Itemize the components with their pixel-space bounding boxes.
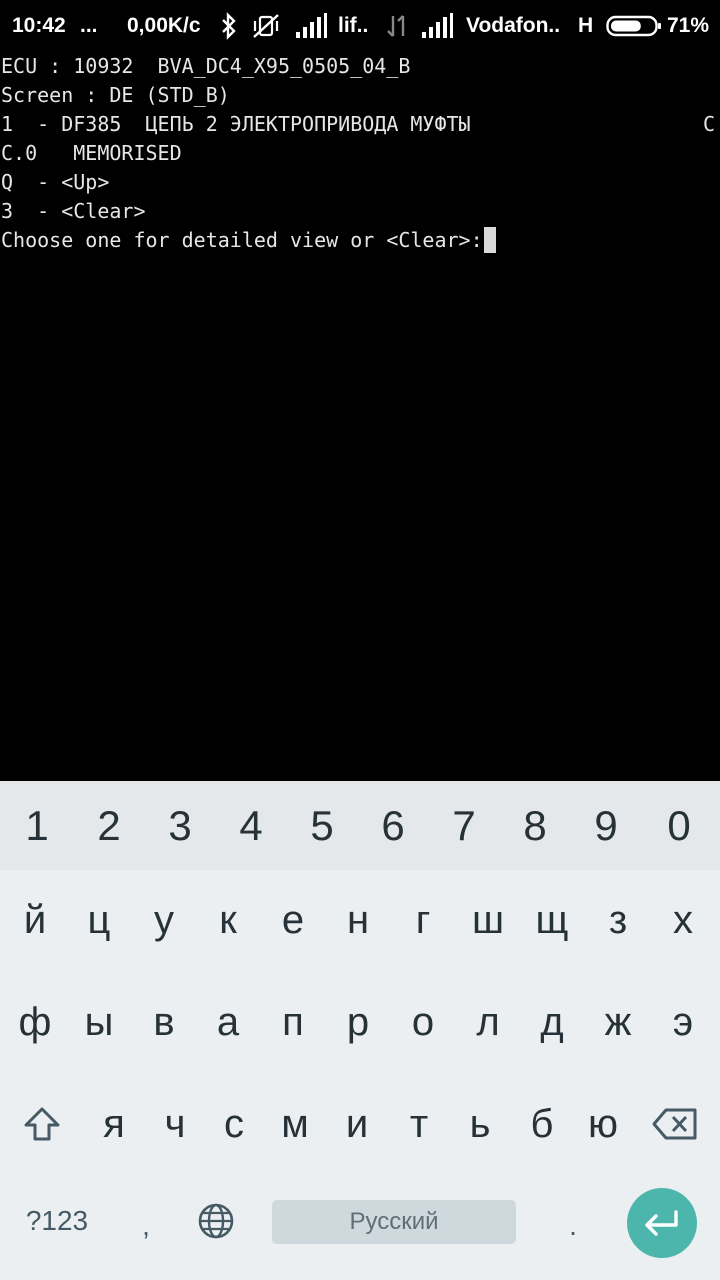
vibrate-off-icon xyxy=(251,12,281,40)
key-1[interactable]: 1 xyxy=(2,781,72,870)
key-letter[interactable]: н xyxy=(326,870,390,970)
terminal-line: Screen : DE (STD_B) xyxy=(1,83,230,107)
key-9[interactable]: 9 xyxy=(571,781,641,870)
signal-icon xyxy=(420,12,454,40)
keyboard-number-row: 1 2 3 4 5 6 7 8 9 0 xyxy=(0,781,720,870)
shift-icon xyxy=(24,1107,60,1141)
key-letter[interactable]: в xyxy=(132,972,196,1072)
terminal-line: Q - <Up> xyxy=(1,170,110,194)
terminal-line: 3 - <Clear> xyxy=(1,199,146,223)
key-letter[interactable]: б xyxy=(510,1074,574,1174)
status-bar: 10:42 ... 0,00K/c lif.. Vodafon.. H 71% xyxy=(0,0,720,52)
key-letter[interactable]: ц xyxy=(67,870,131,970)
status-net-speed: 0,00K/c xyxy=(127,14,201,37)
status-notification-dots: ... xyxy=(80,14,98,37)
space-bar[interactable]: Русский xyxy=(272,1200,516,1244)
globe-icon xyxy=(198,1203,234,1239)
key-letter[interactable]: ы xyxy=(67,972,131,1072)
key-letter[interactable]: ф xyxy=(3,972,67,1072)
backspace-key[interactable] xyxy=(643,1074,707,1174)
key-0[interactable]: 0 xyxy=(644,781,714,870)
key-letter[interactable]: з xyxy=(586,870,650,970)
key-letter[interactable]: е xyxy=(261,870,325,970)
keyboard-row-2: ф ы в а п р о л д ж э xyxy=(0,972,720,1072)
backspace-icon xyxy=(652,1108,697,1140)
key-4[interactable]: 4 xyxy=(216,781,286,870)
key-letter[interactable]: у xyxy=(132,870,196,970)
status-battery-percent: 71% xyxy=(667,14,710,37)
bluetooth-icon xyxy=(220,12,238,40)
key-6[interactable]: 6 xyxy=(358,781,428,870)
soft-keyboard: 1 2 3 4 5 6 7 8 9 0 й ц у к е н г ш щ з … xyxy=(0,781,720,1280)
terminal-line: 1 - DF385 ЦЕПЬ 2 ЭЛЕКТРОПРИВОДА МУФТЫ xyxy=(1,112,471,136)
key-letter[interactable]: ж xyxy=(586,972,650,1072)
key-letter[interactable]: м xyxy=(263,1074,327,1174)
terminal-line: ECU : 10932 BVA_DC4_X95_0505_04_B xyxy=(1,54,411,78)
comma-key[interactable]: , xyxy=(118,1176,174,1276)
key-5[interactable]: 5 xyxy=(287,781,357,870)
key-8[interactable]: 8 xyxy=(500,781,570,870)
key-letter[interactable]: ю xyxy=(571,1074,635,1174)
terminal-line-wrap: C xyxy=(702,112,715,136)
key-letter[interactable]: щ xyxy=(520,870,584,970)
key-letter[interactable]: а xyxy=(196,972,260,1072)
key-letter[interactable]: ь xyxy=(448,1074,512,1174)
terminal-prompt-line[interactable]: Choose one for detailed view or <Clear>: xyxy=(1,226,496,255)
key-7[interactable]: 7 xyxy=(429,781,499,870)
terminal-output[interactable]: ECU : 10932 BVA_DC4_X95_0505_04_B Screen… xyxy=(0,52,720,781)
enter-key[interactable] xyxy=(627,1188,697,1258)
key-letter[interactable]: х xyxy=(651,870,715,970)
status-carrier-2: Vodafon.. xyxy=(466,14,561,37)
period-key[interactable]: . xyxy=(545,1176,601,1276)
key-letter[interactable]: т xyxy=(387,1074,451,1174)
key-letter[interactable]: о xyxy=(391,972,455,1072)
text-cursor xyxy=(483,227,496,253)
key-letter[interactable]: ч xyxy=(143,1074,207,1174)
key-3[interactable]: 3 xyxy=(145,781,215,870)
keyboard-row-1: й ц у к е н г ш щ з х xyxy=(0,870,720,970)
keyboard-row-3: я ч с м и т ь б ю xyxy=(0,1074,720,1174)
key-letter[interactable]: р xyxy=(326,972,390,1072)
language-key[interactable] xyxy=(188,1176,244,1266)
data-arrows-icon xyxy=(385,12,411,40)
signal-icon xyxy=(294,12,328,40)
key-letter[interactable]: э xyxy=(651,972,715,1072)
status-time: 10:42 xyxy=(12,14,66,37)
enter-icon xyxy=(645,1210,678,1236)
key-2[interactable]: 2 xyxy=(74,781,144,870)
key-letter[interactable]: и xyxy=(325,1074,389,1174)
terminal-prompt: Choose one for detailed view or <Clear>: xyxy=(1,228,483,252)
keyboard-row-4: ?123 , Русский . xyxy=(0,1176,720,1280)
key-letter[interactable]: й xyxy=(3,870,67,970)
key-letter[interactable]: ш xyxy=(456,870,520,970)
key-letter[interactable]: д xyxy=(520,972,584,1072)
key-letter[interactable]: к xyxy=(196,870,260,970)
shift-key[interactable] xyxy=(10,1074,74,1174)
status-network-type: H xyxy=(578,14,594,37)
status-carrier-1: lif.. xyxy=(338,14,369,37)
key-letter[interactable]: я xyxy=(82,1074,146,1174)
battery-icon xyxy=(606,14,662,42)
key-letter[interactable]: с xyxy=(202,1074,266,1174)
terminal-line: C.0 MEMORISED xyxy=(1,141,182,165)
key-letter[interactable]: п xyxy=(261,972,325,1072)
key-letter[interactable]: г xyxy=(391,870,455,970)
symbols-key[interactable]: ?123 xyxy=(14,1176,100,1266)
key-letter[interactable]: л xyxy=(456,972,520,1072)
